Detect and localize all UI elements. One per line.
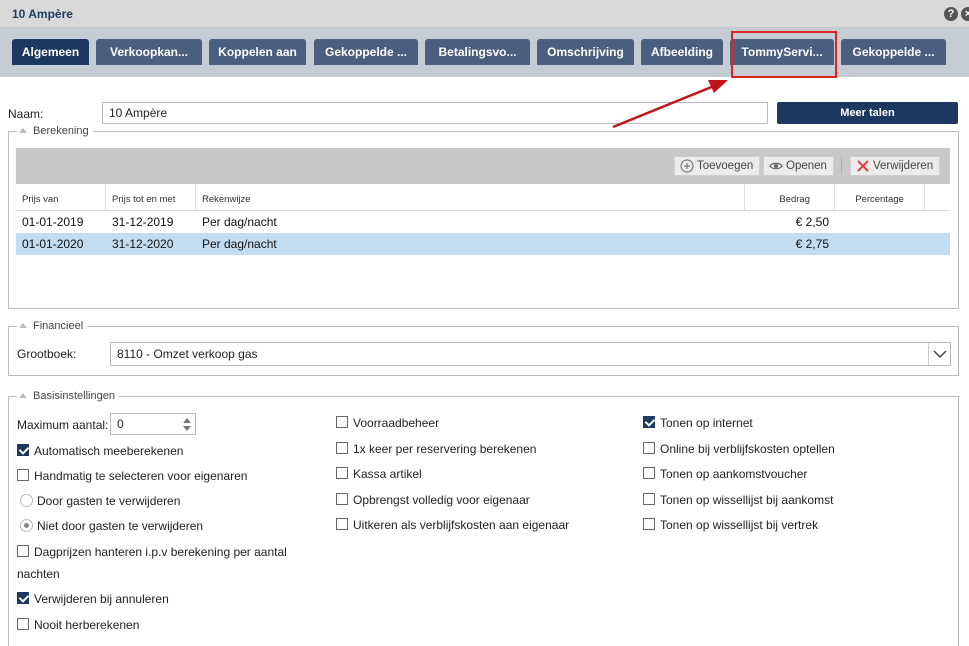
tab-betalingsvoorwaarden[interactable]: Betalingsvo... xyxy=(425,39,530,65)
tab-afbeelding[interactable]: Afbeelding xyxy=(641,39,723,65)
checkbox-payout-owner[interactable]: Uitkeren als verblijfskosten aan eigenaa… xyxy=(336,518,569,532)
table-row[interactable]: 01-01-2019 31-12-2019 Per dag/nacht € 2,… xyxy=(16,211,950,233)
plus-circle-icon xyxy=(680,159,694,173)
collapse-icon xyxy=(19,323,27,328)
cell-rekenwijze: Per dag/nacht xyxy=(202,215,277,229)
checkbox-kassa-artikel[interactable]: Kassa artikel xyxy=(336,467,422,481)
table-row-selected[interactable]: 01-01-2020 31-12-2020 Per dag/nacht € 2,… xyxy=(16,233,950,255)
toolbar-divider xyxy=(841,157,842,173)
max-amount-value: 0 xyxy=(117,417,124,431)
checkbox-auto-recalc[interactable]: Automatisch meeberekenen xyxy=(17,444,183,458)
checkbox-unchecked[interactable] xyxy=(336,416,348,428)
name-input[interactable] xyxy=(102,102,768,124)
checkbox-unchecked[interactable] xyxy=(643,467,655,479)
cell-prijs-van: 01-01-2019 xyxy=(22,215,84,229)
add-button[interactable]: Toevoegen xyxy=(674,156,761,176)
checkbox-unchecked[interactable] xyxy=(336,467,348,479)
name-label: Naam: xyxy=(8,107,44,121)
window-titlebar: 10 Ampère ? × xyxy=(0,0,969,28)
checkbox-unchecked[interactable] xyxy=(336,493,348,505)
radio-guests-nodelete[interactable]: Niet door gasten te verwijderen xyxy=(20,519,203,533)
stepper-up-icon[interactable] xyxy=(183,418,191,423)
max-amount-stepper[interactable]: 0 xyxy=(110,413,196,435)
eye-icon xyxy=(769,162,783,170)
more-languages-button[interactable]: Meer talen xyxy=(777,102,958,124)
financieel-legend[interactable]: Financieel xyxy=(17,320,88,332)
checkbox-revenue-owner[interactable]: Opbrengst volledig voor eigenaar xyxy=(336,493,530,507)
tab-gekoppelde-1[interactable]: Gekoppelde ... xyxy=(314,39,418,65)
checkbox-unchecked[interactable] xyxy=(643,493,655,505)
checkbox-unchecked[interactable] xyxy=(643,518,655,530)
checkbox-online-add-costs[interactable]: Online bij verblijfskosten optellen xyxy=(643,442,835,456)
radio-selected[interactable] xyxy=(20,519,33,532)
checkbox-never-recalc[interactable]: Nooit herberekenen xyxy=(17,618,139,632)
checkbox-once-per-reservation[interactable]: 1x keer per reservering berekenen xyxy=(336,442,536,456)
checkbox-unchecked[interactable] xyxy=(17,469,29,481)
tab-algemeen[interactable]: Algemeen xyxy=(12,39,89,65)
column-header-percentage[interactable]: Percentage xyxy=(835,184,925,211)
checkbox-unchecked[interactable] xyxy=(336,518,348,530)
checkbox-checked[interactable] xyxy=(643,416,655,428)
max-amount-label: Maximum aantal: xyxy=(17,418,109,432)
checkbox-unchecked[interactable] xyxy=(17,545,29,557)
cell-rekenwijze: Per dag/nacht xyxy=(202,237,277,251)
cell-bedrag: € 2,50 xyxy=(795,215,829,229)
tab-gekoppelde-2[interactable]: Gekoppelde ... xyxy=(841,39,946,65)
basisinstellingen-legend[interactable]: Basisinstellingen xyxy=(17,390,119,402)
checkbox-changeover-arrival[interactable]: Tonen op wissellijst bij aankomst xyxy=(643,493,833,507)
column-header-bedrag[interactable]: Bedrag xyxy=(745,184,835,211)
grid-header: Prijs van Prijs tot en met Rekenwijze Be… xyxy=(16,184,950,211)
open-button[interactable]: Openen xyxy=(763,156,834,176)
checkbox-show-internet[interactable]: Tonen op internet xyxy=(643,416,753,430)
window-title: 10 Ampère xyxy=(12,7,73,21)
ledger-selected-value: 8110 - Omzet verkoop gas xyxy=(117,347,258,361)
checkbox-changeover-departure[interactable]: Tonen op wissellijst bij vertrek xyxy=(643,518,818,532)
tab-verkoopkanalen[interactable]: Verkoopkan... xyxy=(96,39,202,65)
radio-unselected[interactable] xyxy=(20,494,33,507)
cell-prijs-tot: 31-12-2020 xyxy=(112,237,174,251)
checkbox-unchecked[interactable] xyxy=(336,442,348,454)
delete-x-icon xyxy=(857,160,869,172)
checkbox-delete-on-cancel[interactable]: Verwijderen bij annuleren xyxy=(17,592,169,606)
ledger-select[interactable]: 8110 - Omzet verkoop gas xyxy=(110,342,951,366)
tab-omschrijving[interactable]: Omschrijving xyxy=(537,39,634,65)
checkbox-checked[interactable] xyxy=(17,592,29,604)
ledger-label: Grootboek: xyxy=(17,347,77,361)
collapse-icon xyxy=(19,393,27,398)
checkbox-unchecked[interactable] xyxy=(17,618,29,630)
delete-button[interactable]: Verwijderen xyxy=(850,156,941,176)
checkbox-checked[interactable] xyxy=(17,444,29,456)
column-header-prijs-tot[interactable]: Prijs tot en met xyxy=(106,184,196,211)
collapse-icon xyxy=(19,128,27,133)
checkbox-unchecked[interactable] xyxy=(643,442,655,454)
column-header-prijs-van[interactable]: Prijs van xyxy=(16,184,106,211)
checkbox-day-prices[interactable]: Dagprijzen hanteren i.p.v berekening per… xyxy=(17,545,287,559)
checkbox-voorraadbeheer[interactable]: Voorraadbeheer xyxy=(336,416,439,430)
berekening-legend[interactable]: Berekening xyxy=(17,125,93,137)
tab-koppelen-aan[interactable]: Koppelen aan xyxy=(209,39,306,65)
annotation-highlight-box xyxy=(731,31,837,78)
cell-bedrag: € 2,75 xyxy=(795,237,829,251)
stepper-down-icon[interactable] xyxy=(183,426,191,431)
chevron-down-icon[interactable] xyxy=(928,343,950,365)
help-icon[interactable]: ? xyxy=(944,7,958,21)
column-header-rekenwijze[interactable]: Rekenwijze xyxy=(196,184,745,211)
checkbox-arrival-voucher[interactable]: Tonen op aankomstvoucher xyxy=(643,467,807,481)
cell-prijs-van: 01-01-2020 xyxy=(22,237,84,251)
close-icon[interactable]: × xyxy=(961,7,969,21)
day-prices-label-line2: nachten xyxy=(17,567,60,581)
checkbox-manual-select[interactable]: Handmatig te selecteren voor eigenaren xyxy=(17,469,247,483)
radio-guests-delete[interactable]: Door gasten te verwijderen xyxy=(20,494,180,508)
cell-prijs-tot: 31-12-2019 xyxy=(112,215,174,229)
